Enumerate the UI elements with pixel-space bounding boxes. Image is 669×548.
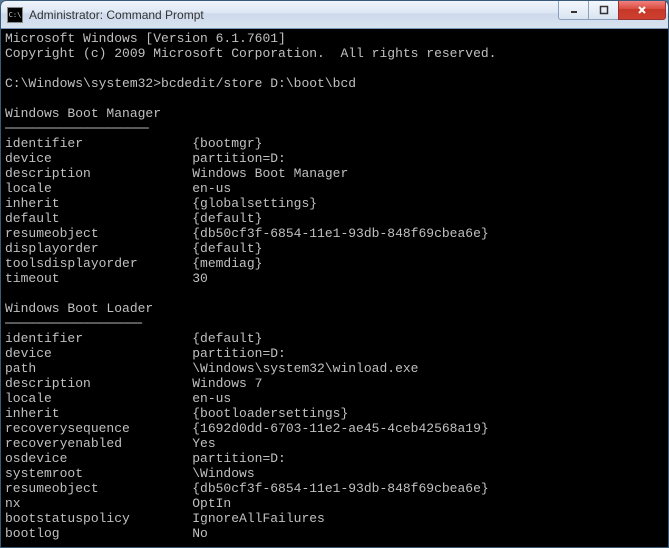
command-prompt-window: C:\ Administrator: Command Prompt Micros…	[0, 0, 669, 548]
window-controls	[558, 1, 666, 28]
console-area[interactable]: Microsoft Windows [Version 6.1.7601] Cop…	[1, 29, 668, 547]
maximize-button[interactable]	[588, 0, 618, 20]
minimize-button[interactable]	[558, 0, 588, 20]
titlebar[interactable]: C:\ Administrator: Command Prompt	[1, 1, 668, 29]
cmd-icon: C:\	[7, 7, 23, 23]
window-title: Administrator: Command Prompt	[29, 8, 558, 22]
close-button[interactable]	[618, 0, 666, 20]
